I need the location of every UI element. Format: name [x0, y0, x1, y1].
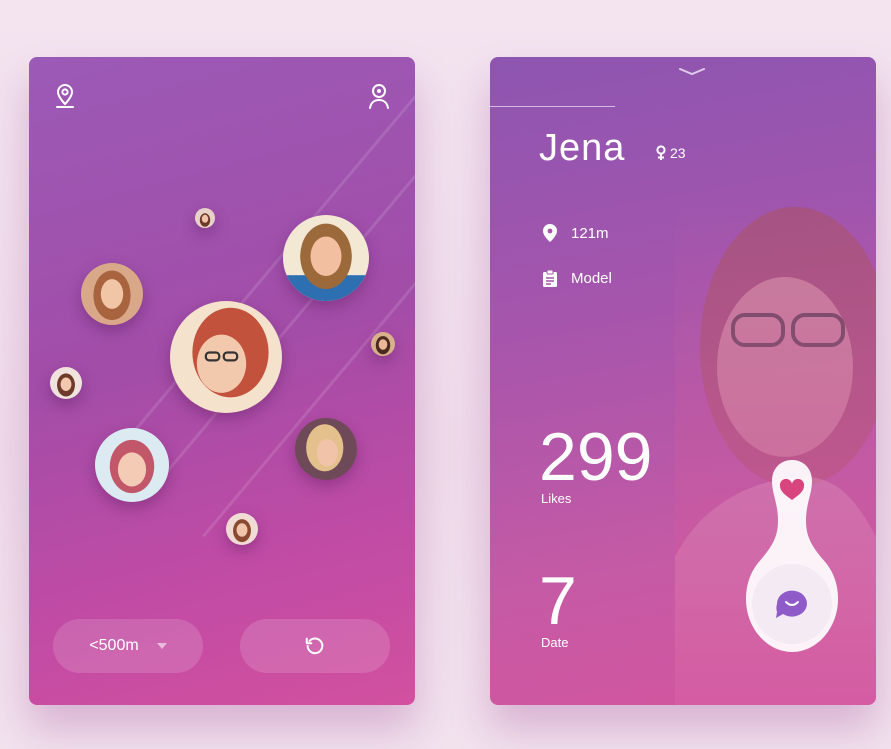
user-avatar-bubble[interactable]	[283, 215, 369, 301]
user-avatar-bubble[interactable]	[95, 428, 169, 502]
profile-detail-card: Jena 23 121m Model 299 Likes 7 Date	[490, 57, 876, 705]
profile-age: 23	[670, 145, 686, 161]
date-label: Date	[541, 635, 569, 650]
like-button[interactable]	[770, 468, 814, 512]
action-slider[interactable]	[746, 460, 838, 652]
refresh-icon	[305, 637, 324, 655]
profile-gender-age: 23	[656, 145, 686, 161]
clipboard-icon	[543, 270, 557, 287]
distance-filter-dropdown[interactable]: <500m	[53, 619, 203, 673]
likes-label: Likes	[541, 491, 572, 506]
likes-count: 299	[539, 419, 653, 495]
profile-distance-row: 121m	[543, 224, 609, 242]
dropdown-caret-icon	[156, 643, 167, 649]
user-avatar-bubble[interactable]	[195, 208, 215, 228]
date-count: 7	[539, 563, 577, 639]
user-avatar-bubble-featured[interactable]	[170, 301, 282, 413]
profile-occupation-row: Model	[543, 270, 612, 287]
location-pin-icon	[543, 224, 557, 242]
user-avatar-bubble[interactable]	[371, 332, 395, 356]
header-divider	[490, 106, 615, 107]
location-pin-icon[interactable]	[53, 83, 77, 111]
user-profile-icon[interactable]	[367, 83, 391, 111]
user-avatar-bubble[interactable]	[50, 367, 82, 399]
user-avatar-bubble[interactable]	[81, 263, 143, 325]
profile-occupation: Model	[571, 270, 612, 287]
nearby-map-card: <500m	[29, 57, 415, 705]
user-avatar-bubble[interactable]	[295, 418, 357, 480]
profile-name: Jena	[539, 127, 626, 169]
refresh-button[interactable]	[240, 619, 390, 673]
collapse-chevron-icon[interactable]	[679, 68, 705, 76]
user-avatar-bubble[interactable]	[226, 513, 258, 545]
female-gender-icon	[656, 145, 666, 160]
profile-distance: 121m	[571, 224, 609, 242]
distance-filter-label: <500m	[89, 637, 139, 654]
chat-button[interactable]	[752, 564, 832, 644]
